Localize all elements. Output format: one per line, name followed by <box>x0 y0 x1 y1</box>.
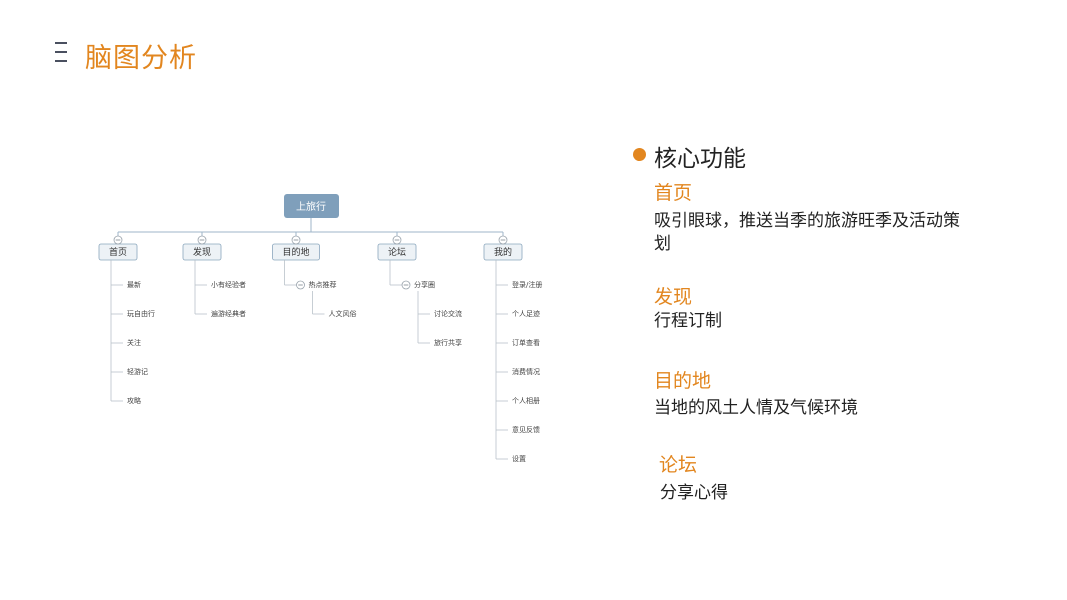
root-label: 上旅行 <box>296 200 326 213</box>
section-desc-discover: 行程订制 <box>654 311 722 331</box>
child-label: 意见反馈 <box>512 425 540 434</box>
child-label: 订单查看 <box>512 338 540 347</box>
section-title-discover: 发现 <box>654 286 693 308</box>
child-label: 攻略 <box>127 396 141 405</box>
child-label: 分享圈 <box>414 280 435 289</box>
bullet-dot-icon <box>633 148 646 161</box>
slide: 脑图分析 上旅行 首页 最新 玩自由行 关注 轻游记 攻略 发现 小有经验者 遍游经典者 目的地 热点… <box>0 0 1067 600</box>
child-label: 遍游经典者 <box>211 309 246 318</box>
branch-label: 论坛 <box>388 246 406 258</box>
branch-label: 目的地 <box>282 246 309 258</box>
child-label: 小有经验者 <box>211 280 246 289</box>
child-label: 个人足迹 <box>512 309 540 318</box>
child-label: 最新 <box>127 280 141 289</box>
section-desc-forum: 分享心得 <box>660 483 728 503</box>
child-label: 个人相册 <box>512 396 540 405</box>
sub-child-label: 人文风俗 <box>329 309 357 318</box>
child-label: 消费情况 <box>512 367 540 376</box>
child-label: 玩自由行 <box>127 309 155 318</box>
mind-map: 上旅行首页最新玩自由行关注轻游记攻略 发现小有经验者遍游经典者 目的地热点推荐人文风… <box>98 194 542 463</box>
branch-label: 发现 <box>193 246 211 258</box>
section-title-home: 首页 <box>654 182 693 204</box>
sub-child-label: 讨论交流 <box>434 309 462 318</box>
sub-child-label: 旅行共享 <box>434 338 462 347</box>
child-label: 登录/注册 <box>512 280 542 289</box>
section-title-forum: 论坛 <box>659 454 698 476</box>
child-label: 轻游记 <box>127 367 148 376</box>
child-label: 热点推荐 <box>309 280 337 289</box>
branch-label: 首页 <box>109 246 127 258</box>
child-label: 关注 <box>127 338 141 347</box>
child-label: 设置 <box>512 454 526 463</box>
panel-title: 核心功能 <box>654 146 746 172</box>
branch-label: 我的 <box>494 246 512 258</box>
section-desc-destination: 当地的风土人情及气候环境 <box>654 398 858 418</box>
section-title-destination: 目的地 <box>654 370 712 392</box>
section-desc-home: 吸引眼球，推送当季的旅游旺季及活动策划 <box>654 211 960 254</box>
